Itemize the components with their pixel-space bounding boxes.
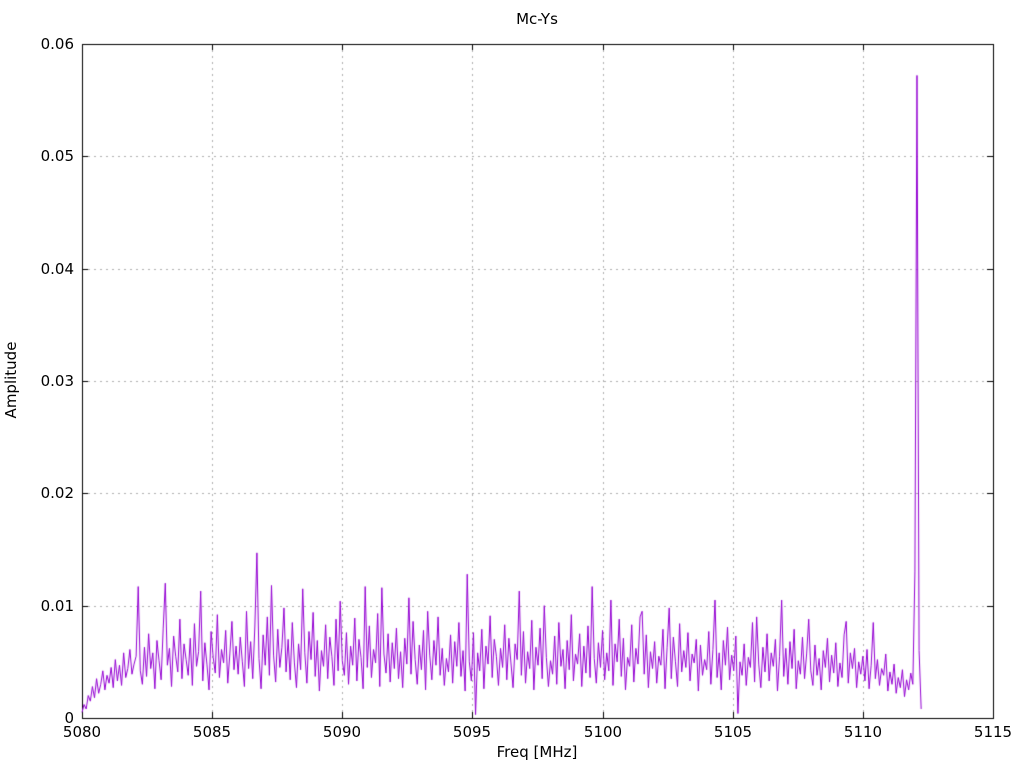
x-tick-label: 5080 [62, 723, 102, 741]
y-tick-label: 0.01 [40, 597, 74, 615]
y-tick-label: 0.04 [40, 260, 74, 278]
y-tick-label: 0.05 [40, 147, 74, 165]
x-tick-label: 5090 [322, 723, 362, 741]
y-tick-label: 0.03 [40, 372, 74, 390]
chart-figure: Mc-Ys Amplitude Freq [MHz] 0 0.01 0.02 0… [0, 0, 1024, 768]
y-tick-label: 0.02 [40, 484, 74, 502]
x-tick-label: 5115 [973, 723, 1013, 741]
x-tick-label: 5085 [192, 723, 232, 741]
spectrum-plot-canvas [0, 0, 1024, 768]
chart-title: Mc-Ys [516, 10, 558, 28]
x-tick-label: 5095 [452, 723, 492, 741]
y-tick-label: 0.06 [40, 35, 74, 53]
x-tick-label: 5110 [843, 723, 883, 741]
x-axis-label: Freq [MHz] [496, 743, 578, 761]
x-tick-label: 5100 [583, 723, 623, 741]
x-tick-label: 5105 [713, 723, 753, 741]
